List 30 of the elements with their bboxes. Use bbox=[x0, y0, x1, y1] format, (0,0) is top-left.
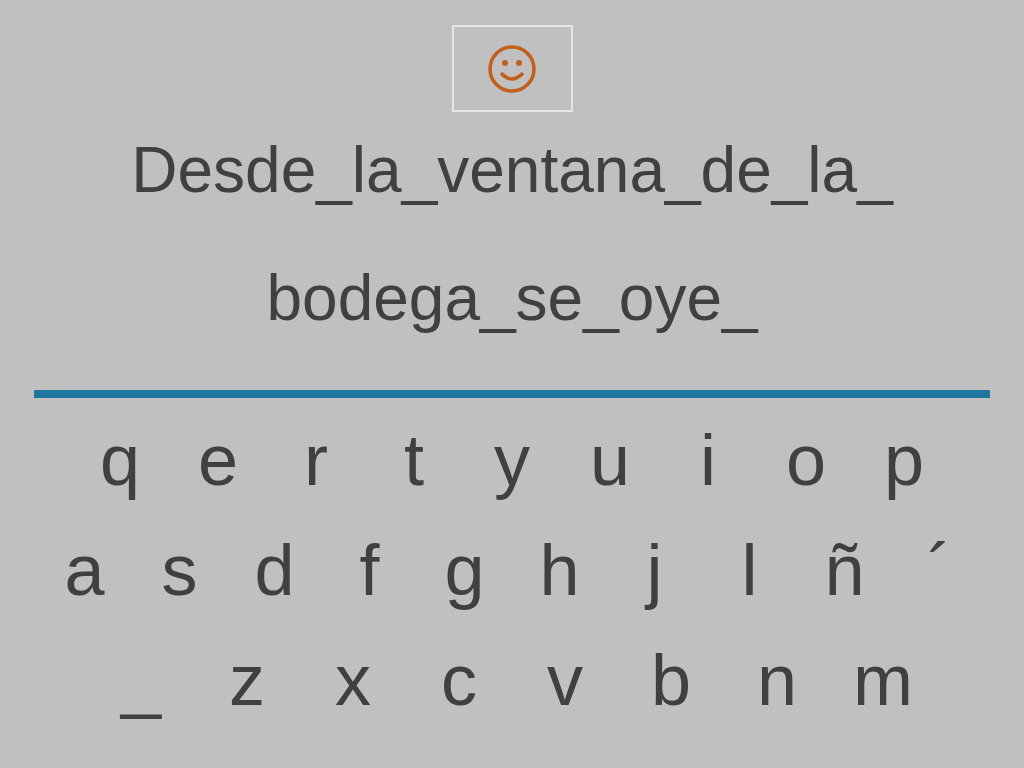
key-button[interactable]: j bbox=[607, 530, 702, 610]
smiley-icon bbox=[486, 42, 538, 95]
key-button[interactable]: ñ bbox=[797, 530, 892, 610]
key-button[interactable]: o bbox=[757, 420, 855, 500]
key-button[interactable]: p bbox=[855, 420, 953, 500]
key-button[interactable]: m bbox=[830, 640, 936, 720]
key-button[interactable]: t bbox=[365, 420, 463, 500]
key-button[interactable]: x bbox=[300, 640, 406, 720]
key-button[interactable]: g bbox=[417, 530, 512, 610]
key-button[interactable]: v bbox=[512, 640, 618, 720]
key-button[interactable]: n bbox=[724, 640, 830, 720]
key-button[interactable]: i bbox=[659, 420, 757, 500]
key-button[interactable]: q bbox=[71, 420, 169, 500]
key-button[interactable]: u bbox=[561, 420, 659, 500]
key-button[interactable]: l bbox=[702, 530, 797, 610]
key-button[interactable]: r bbox=[267, 420, 365, 500]
key-button[interactable]: b bbox=[618, 640, 724, 720]
key-button[interactable]: e bbox=[169, 420, 267, 500]
key-button[interactable]: f bbox=[322, 530, 417, 610]
key-button[interactable]: c bbox=[406, 640, 512, 720]
key-button[interactable]: h bbox=[512, 530, 607, 610]
prompt-text: bodega_se_oye_ bbox=[266, 261, 758, 336]
key-button[interactable]: _ bbox=[88, 640, 194, 720]
key-button[interactable]: ´ bbox=[892, 530, 987, 610]
prompt-text: Desde_la_ventana_de_la_ bbox=[131, 133, 893, 208]
key-button[interactable]: s bbox=[132, 530, 227, 610]
key-button[interactable]: d bbox=[227, 530, 322, 610]
key-button[interactable]: z bbox=[194, 640, 300, 720]
key-button[interactable]: a bbox=[37, 530, 132, 610]
key-button[interactable]: y bbox=[463, 420, 561, 500]
